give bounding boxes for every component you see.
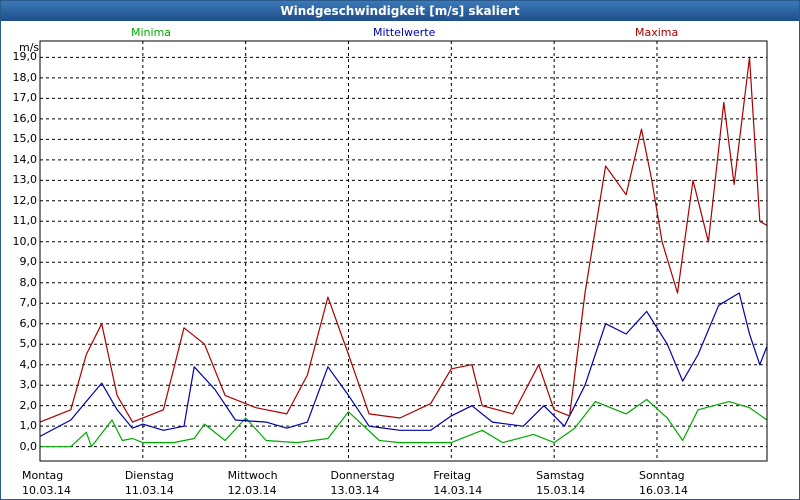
x-tick-date: 15.03.14 xyxy=(536,484,586,497)
x-tick-day: Donnerstag xyxy=(330,469,395,482)
y-tick-label: 11,0 xyxy=(12,214,38,228)
x-tick-label: Samstag 15.03.14 xyxy=(536,468,585,498)
y-tick-label: 2,0 xyxy=(19,398,38,412)
y-tick-label: 3,0 xyxy=(19,378,38,392)
y-tick-label: 0,0 xyxy=(19,439,38,453)
x-tick-date: 13.03.14 xyxy=(330,484,380,497)
y-tick-label: 5,0 xyxy=(19,337,38,351)
x-tick-label: Montag 10.03.14 xyxy=(22,468,71,498)
x-tick-date: 10.03.14 xyxy=(22,484,71,497)
x-tick-day: Mittwoch xyxy=(227,469,278,482)
legend-minima: Minima xyxy=(131,26,172,39)
x-tick-label: Freitag 14.03.14 xyxy=(433,468,482,498)
x-tick-date: 12.03.14 xyxy=(227,484,277,497)
series-line-minima xyxy=(40,398,768,448)
x-tick-day: Sonntag xyxy=(638,469,685,482)
x-tick-day: Dienstag xyxy=(124,469,174,482)
y-tick-label: 4,0 xyxy=(19,357,38,371)
x-tick-date: 14.03.14 xyxy=(433,484,483,497)
y-tick-label: 9,0 xyxy=(19,255,38,269)
y-tick-label: 19,0 xyxy=(12,50,38,64)
series-line-maxima xyxy=(39,56,768,423)
y-tick-label: 17,0 xyxy=(12,91,38,105)
y-tick-label: 8,0 xyxy=(19,275,38,289)
y-tick-label: 7,0 xyxy=(19,296,38,310)
y-tick-label: 10,0 xyxy=(12,234,38,248)
x-tick-day: Freitag xyxy=(433,469,471,482)
y-tick-label: 18,0 xyxy=(12,70,38,84)
x-tick-label: Donnerstag 13.03.14 xyxy=(330,468,394,498)
x-tick-date: 11.03.14 xyxy=(124,484,174,497)
legend-maxima: Maxima xyxy=(635,26,679,39)
x-tick-label: Mittwoch 12.03.14 xyxy=(228,468,278,498)
x-tick-date: 16.03.14 xyxy=(638,484,688,497)
wind-speed-chart xyxy=(39,40,768,462)
x-tick-day: Montag xyxy=(22,469,64,482)
plot-area-border xyxy=(39,40,768,462)
y-tick-label: 1,0 xyxy=(19,419,38,433)
x-tick-day: Samstag xyxy=(536,469,585,482)
y-tick-label: 14,0 xyxy=(12,152,38,166)
y-tick-label: 6,0 xyxy=(19,316,38,330)
y-tick-label: 15,0 xyxy=(12,132,38,146)
y-tick-label: 13,0 xyxy=(12,173,38,187)
chart-window: Windgeschwindigkeit [m/s] skaliert Minim… xyxy=(0,0,800,500)
x-tick-label: Sonntag 16.03.14 xyxy=(639,468,688,498)
x-tick-label: Dienstag 11.03.14 xyxy=(125,468,174,498)
legend-mittelwerte: Mittelwerte xyxy=(373,26,436,39)
y-tick-label: 16,0 xyxy=(12,111,38,125)
y-tick-label: 12,0 xyxy=(12,193,38,207)
